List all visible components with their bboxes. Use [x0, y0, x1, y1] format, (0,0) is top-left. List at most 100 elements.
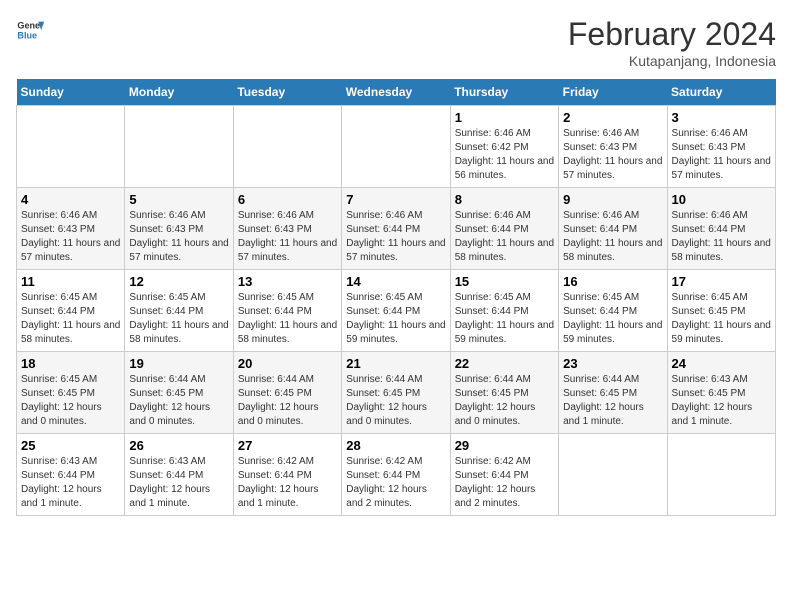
day-info: Sunrise: 6:44 AMSunset: 6:45 PMDaylight:… — [455, 373, 554, 429]
day-info: Sunrise: 6:45 AMSunset: 6:45 PMDaylight:… — [672, 291, 771, 347]
day-number: 15 — [455, 274, 554, 289]
day-number: 25 — [21, 438, 120, 453]
calendar-table: SundayMondayTuesdayWednesdayThursdayFrid… — [16, 79, 776, 516]
title-area: February 2024 Kutapanjang, Indonesia — [568, 16, 776, 69]
day-info: Sunrise: 6:46 AMSunset: 6:43 PMDaylight:… — [563, 127, 662, 183]
calendar-day-cell: 11 Sunrise: 6:45 AMSunset: 6:44 PMDayligh… — [17, 270, 125, 352]
day-number: 21 — [346, 356, 445, 371]
day-number: 18 — [21, 356, 120, 371]
calendar-day-cell: 25 Sunrise: 6:43 AMSunset: 6:44 PMDayligh… — [17, 434, 125, 516]
day-number: 11 — [21, 274, 120, 289]
day-number: 10 — [672, 192, 771, 207]
day-info: Sunrise: 6:42 AMSunset: 6:44 PMDaylight:… — [346, 455, 445, 511]
calendar-day-cell — [342, 106, 450, 188]
calendar-day-cell: 1 Sunrise: 6:46 AMSunset: 6:42 PMDaylight… — [450, 106, 558, 188]
calendar-day-cell: 24Sunrise: 6:43 AMSunset: 6:45 PMDayligh… — [667, 352, 775, 434]
day-number: 1 — [455, 110, 554, 125]
day-number: 19 — [129, 356, 228, 371]
day-info: Sunrise: 6:45 AMSunset: 6:45 PMDaylight:… — [21, 373, 120, 429]
calendar-week-row: 4Sunrise: 6:46 AMSunset: 6:43 PMDaylight… — [17, 188, 776, 270]
calendar-week-row: 11 Sunrise: 6:45 AMSunset: 6:44 PMDayligh… — [17, 270, 776, 352]
svg-text:Blue: Blue — [17, 30, 37, 40]
calendar-day-cell: 21 Sunrise: 6:44 AMSunset: 6:45 PMDayligh… — [342, 352, 450, 434]
day-info: Sunrise: 6:45 AMSunset: 6:44 PMDaylight:… — [455, 291, 554, 347]
day-info: Sunrise: 6:46 AMSunset: 6:44 PMDaylight:… — [563, 209, 662, 265]
day-info: Sunrise: 6:46 AMSunset: 6:44 PMDaylight:… — [672, 209, 771, 265]
day-info: Sunrise: 6:46 AMSunset: 6:43 PMDaylight:… — [238, 209, 337, 265]
day-number: 20 — [238, 356, 337, 371]
day-number: 8 — [455, 192, 554, 207]
calendar-day-cell: 8 Sunrise: 6:46 AMSunset: 6:44 PMDaylight… — [450, 188, 558, 270]
page-subtitle: Kutapanjang, Indonesia — [568, 53, 776, 69]
day-number: 28 — [346, 438, 445, 453]
page-title: February 2024 — [568, 16, 776, 53]
dow-header-cell: Wednesday — [342, 79, 450, 106]
day-number: 14 — [346, 274, 445, 289]
day-number: 2 — [563, 110, 662, 125]
calendar-day-cell: 17 Sunrise: 6:45 AMSunset: 6:45 PMDayligh… — [667, 270, 775, 352]
calendar-day-cell: 12 Sunrise: 6:45 AMSunset: 6:44 PMDayligh… — [125, 270, 233, 352]
calendar-day-cell: 29Sunrise: 6:42 AMSunset: 6:44 PMDayligh… — [450, 434, 558, 516]
calendar-week-row: 1 Sunrise: 6:46 AMSunset: 6:42 PMDaylight… — [17, 106, 776, 188]
calendar-day-cell: 15 Sunrise: 6:45 AMSunset: 6:44 PMDayligh… — [450, 270, 558, 352]
day-number: 29 — [455, 438, 554, 453]
day-number: 23 — [563, 356, 662, 371]
calendar-day-cell: 5 Sunrise: 6:46 AMSunset: 6:43 PMDaylight… — [125, 188, 233, 270]
day-number: 9 — [563, 192, 662, 207]
logo: General Blue — [16, 16, 44, 44]
calendar-day-cell: 6Sunrise: 6:46 AMSunset: 6:43 PMDaylight… — [233, 188, 341, 270]
day-info: Sunrise: 6:46 AMSunset: 6:44 PMDaylight:… — [455, 209, 554, 265]
day-number: 12 — [129, 274, 228, 289]
day-info: Sunrise: 6:43 AMSunset: 6:45 PMDaylight:… — [672, 373, 771, 429]
day-info: Sunrise: 6:43 AMSunset: 6:44 PMDaylight:… — [129, 455, 228, 511]
dow-header-cell: Sunday — [17, 79, 125, 106]
day-number: 7 — [346, 192, 445, 207]
day-info: Sunrise: 6:46 AMSunset: 6:43 PMDaylight:… — [129, 209, 228, 265]
day-info: Sunrise: 6:46 AMSunset: 6:43 PMDaylight:… — [21, 209, 120, 265]
day-info: Sunrise: 6:42 AMSunset: 6:44 PMDaylight:… — [238, 455, 337, 511]
day-number: 5 — [129, 192, 228, 207]
calendar-day-cell: 16Sunrise: 6:45 AMSunset: 6:44 PMDayligh… — [559, 270, 667, 352]
day-info: Sunrise: 6:44 AMSunset: 6:45 PMDaylight:… — [346, 373, 445, 429]
calendar-day-cell: 18 Sunrise: 6:45 AMSunset: 6:45 PMDayligh… — [17, 352, 125, 434]
day-info: Sunrise: 6:45 AMSunset: 6:44 PMDaylight:… — [129, 291, 228, 347]
day-number: 13 — [238, 274, 337, 289]
calendar-day-cell: 20 Sunrise: 6:44 AMSunset: 6:45 PMDayligh… — [233, 352, 341, 434]
calendar-day-cell — [125, 106, 233, 188]
calendar-day-cell: 22Sunrise: 6:44 AMSunset: 6:45 PMDayligh… — [450, 352, 558, 434]
calendar-day-cell: 23 Sunrise: 6:44 AMSunset: 6:45 PMDayligh… — [559, 352, 667, 434]
calendar-day-cell: 14 Sunrise: 6:45 AMSunset: 6:44 PMDayligh… — [342, 270, 450, 352]
day-info: Sunrise: 6:46 AMSunset: 6:42 PMDaylight:… — [455, 127, 554, 183]
day-info: Sunrise: 6:45 AMSunset: 6:44 PMDaylight:… — [563, 291, 662, 347]
calendar-day-cell: 26 Sunrise: 6:43 AMSunset: 6:44 PMDayligh… — [125, 434, 233, 516]
calendar-day-cell: 19 Sunrise: 6:44 AMSunset: 6:45 PMDayligh… — [125, 352, 233, 434]
day-info: Sunrise: 6:45 AMSunset: 6:44 PMDaylight:… — [346, 291, 445, 347]
calendar-day-cell — [17, 106, 125, 188]
calendar-day-cell — [233, 106, 341, 188]
day-info: Sunrise: 6:46 AMSunset: 6:44 PMDaylight:… — [346, 209, 445, 265]
calendar-day-cell: 27Sunrise: 6:42 AMSunset: 6:44 PMDayligh… — [233, 434, 341, 516]
dow-header-cell: Thursday — [450, 79, 558, 106]
day-number: 17 — [672, 274, 771, 289]
day-info: Sunrise: 6:43 AMSunset: 6:44 PMDaylight:… — [21, 455, 120, 511]
calendar-day-cell: 13 Sunrise: 6:45 AMSunset: 6:44 PMDayligh… — [233, 270, 341, 352]
calendar-day-cell: 28 Sunrise: 6:42 AMSunset: 6:44 PMDayligh… — [342, 434, 450, 516]
calendar-day-cell: 7 Sunrise: 6:46 AMSunset: 6:44 PMDaylight… — [342, 188, 450, 270]
day-number: 26 — [129, 438, 228, 453]
day-info: Sunrise: 6:45 AMSunset: 6:44 PMDaylight:… — [238, 291, 337, 347]
logo-icon: General Blue — [16, 16, 44, 44]
day-info: Sunrise: 6:46 AMSunset: 6:43 PMDaylight:… — [672, 127, 771, 183]
dow-header-cell: Saturday — [667, 79, 775, 106]
dow-header-cell: Tuesday — [233, 79, 341, 106]
calendar-day-cell — [559, 434, 667, 516]
day-info: Sunrise: 6:45 AMSunset: 6:44 PMDaylight:… — [21, 291, 120, 347]
day-info: Sunrise: 6:44 AMSunset: 6:45 PMDaylight:… — [129, 373, 228, 429]
calendar-day-cell: 4Sunrise: 6:46 AMSunset: 6:43 PMDaylight… — [17, 188, 125, 270]
calendar-day-cell: 3Sunrise: 6:46 AMSunset: 6:43 PMDaylight… — [667, 106, 775, 188]
dow-header-cell: Friday — [559, 79, 667, 106]
header: General Blue February 2024 Kutapanjang, … — [16, 16, 776, 69]
dow-header-cell: Monday — [125, 79, 233, 106]
day-info: Sunrise: 6:44 AMSunset: 6:45 PMDaylight:… — [238, 373, 337, 429]
day-info: Sunrise: 6:44 AMSunset: 6:45 PMDaylight:… — [563, 373, 662, 429]
calendar-day-cell: 2 Sunrise: 6:46 AMSunset: 6:43 PMDaylight… — [559, 106, 667, 188]
